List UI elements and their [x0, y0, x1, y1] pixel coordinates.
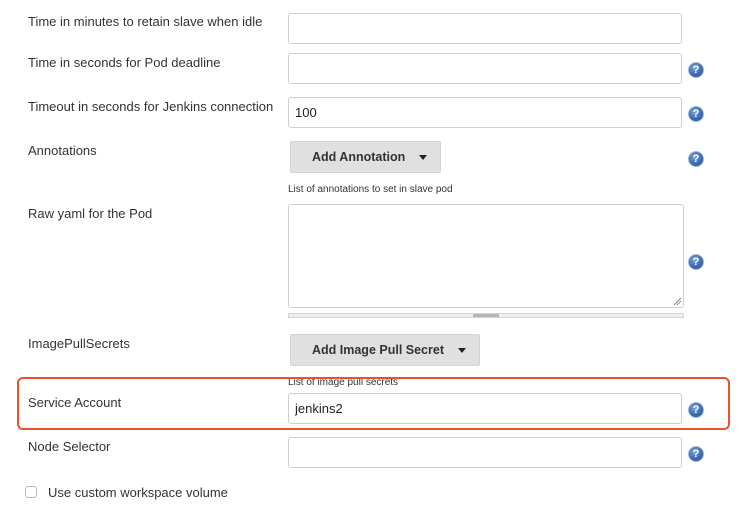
service-account-label: Service Account: [28, 395, 122, 410]
caret-down-icon: [457, 347, 466, 353]
add-annotation-button-label: Add Annotation: [312, 150, 406, 164]
retain-idle-label: Time in minutes to retain slave when idl…: [28, 14, 263, 29]
resize-grip-icon[interactable]: [673, 297, 681, 305]
annotations-label: Annotations: [28, 143, 97, 158]
retain-idle-input[interactable]: [288, 13, 682, 44]
annotations-hint: List of annotations to set in slave pod: [288, 184, 453, 195]
help-icon[interactable]: ?: [688, 106, 704, 122]
service-account-input[interactable]: [288, 393, 682, 424]
jenkins-timeout-label: Timeout in seconds for Jenkins connectio…: [28, 99, 274, 114]
help-icon[interactable]: ?: [688, 254, 704, 270]
pod-deadline-input[interactable]: [288, 53, 682, 84]
help-icon[interactable]: ?: [688, 62, 704, 78]
drag-handle[interactable]: [473, 314, 499, 317]
help-icon[interactable]: ?: [688, 402, 704, 418]
add-image-pull-secret-button[interactable]: Add Image Pull Secret: [290, 334, 480, 366]
help-icon[interactable]: ?: [688, 151, 704, 167]
node-selector-input[interactable]: [288, 437, 682, 468]
raw-yaml-textarea[interactable]: [288, 204, 684, 308]
add-annotation-button[interactable]: Add Annotation: [290, 141, 442, 173]
custom-workspace-label: Use custom workspace volume: [48, 485, 228, 500]
raw-yaml-label: Raw yaml for the Pod: [28, 206, 153, 221]
node-selector-label: Node Selector: [28, 439, 111, 454]
textarea-resize-bar[interactable]: [288, 313, 684, 318]
help-icon[interactable]: ?: [688, 446, 704, 462]
custom-workspace-checkbox[interactable]: [25, 486, 37, 498]
pod-deadline-label: Time in seconds for Pod deadline: [28, 55, 221, 70]
image-pull-secrets-label: ImagePullSecrets: [28, 336, 130, 351]
jenkins-timeout-input[interactable]: [288, 97, 682, 128]
caret-down-icon: [419, 154, 428, 160]
add-image-pull-secret-button-label: Add Image Pull Secret: [312, 343, 444, 357]
